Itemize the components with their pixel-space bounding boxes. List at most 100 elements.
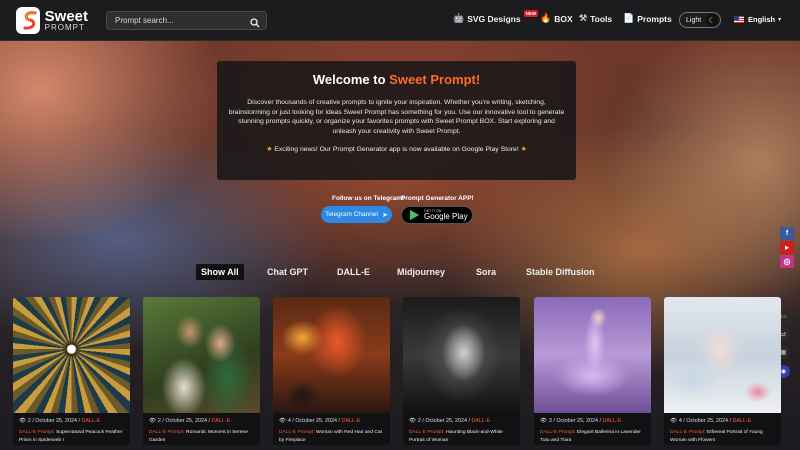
tab-dall-e[interactable]: DALL-E bbox=[337, 264, 370, 280]
language-selector[interactable]: English ▼ bbox=[734, 15, 782, 24]
view-count: 3 bbox=[548, 418, 552, 424]
card-title: DALL-E Prompt: Ethereal Portrait of Youn… bbox=[664, 424, 781, 444]
google-play-icon bbox=[410, 210, 419, 220]
welcome-title: Welcome to Sweet Prompt! bbox=[217, 72, 576, 87]
eye-icon: 👁 bbox=[540, 418, 547, 424]
search-input[interactable] bbox=[107, 16, 247, 25]
nav-tools[interactable]: ⚒ Tools bbox=[579, 13, 612, 24]
prompt-thumbnail[interactable] bbox=[403, 297, 520, 413]
card-model: DALL-E bbox=[471, 418, 491, 424]
fire-icon: 🔥 bbox=[540, 13, 552, 23]
card-tag: DALL-E Prompt: bbox=[149, 430, 185, 435]
nav-box-label: BOX bbox=[554, 13, 573, 24]
chevron-down-icon: ▼ bbox=[777, 16, 783, 23]
card-date: October 25, 2024 bbox=[35, 418, 78, 424]
card-title: DALL-E Prompt: Haunting Black-and-White … bbox=[403, 424, 520, 444]
moon-icon: ☾ bbox=[706, 14, 718, 26]
eye-icon: 👁 bbox=[279, 418, 286, 424]
logo-word-prompt: PROMPT bbox=[44, 23, 85, 32]
prompt-card[interactable]: 👁 2 / October 25, 2024 / DALL-E DALL-E Pr… bbox=[143, 297, 260, 445]
logo-icon bbox=[16, 7, 40, 34]
welcome-title-brand: Sweet Prompt! bbox=[389, 72, 481, 87]
card-date: October 25, 2024 bbox=[425, 418, 468, 424]
view-count: 2 bbox=[417, 418, 421, 424]
theme-toggle[interactable]: Light ☾ bbox=[679, 12, 721, 28]
site-header: Sweet PROMPT 🤖 SVG Designs NEW 🔥 BOX ⚒ T… bbox=[0, 0, 800, 41]
eye-icon: 👁 bbox=[670, 418, 677, 424]
nav-box[interactable]: 🔥 BOX bbox=[540, 13, 573, 24]
card-model: DALL-E bbox=[211, 418, 231, 424]
prompt-thumbnail[interactable] bbox=[143, 297, 260, 413]
welcome-news: ★ Exciting news! Our Prompt Generator ap… bbox=[217, 145, 576, 153]
card-tag: DALL-E Prompt: bbox=[670, 430, 706, 435]
card-tag: DALL-E Prompt: bbox=[19, 430, 55, 435]
card-tag: DALL-E Prompt: bbox=[409, 430, 445, 435]
card-date: October 25, 2024 bbox=[686, 418, 729, 424]
card-model: DALL-E bbox=[341, 418, 361, 424]
view-count: 4 bbox=[678, 418, 682, 424]
logo-word-sweet: Sweet bbox=[44, 8, 88, 25]
welcome-panel: Welcome to Sweet Prompt! Discover thousa… bbox=[217, 61, 576, 180]
telegram-label: Follow us on Telegram! bbox=[332, 195, 405, 202]
document-icon: 📄 bbox=[623, 13, 635, 23]
search-box bbox=[106, 11, 267, 30]
theme-toggle-label: Light bbox=[686, 16, 702, 24]
telegram-icon: ➤ bbox=[381, 211, 388, 219]
site-logo[interactable]: Sweet PROMPT bbox=[16, 7, 88, 34]
prompt-card[interactable]: 👁 4 / October 25, 2024 / DALL-E DALL-E Pr… bbox=[273, 297, 390, 445]
star-icon: ★ bbox=[266, 146, 273, 154]
google-play-big: Google Play bbox=[424, 212, 468, 221]
welcome-description: Discover thousands of creative prompts t… bbox=[228, 99, 565, 135]
prompt-card[interactable]: 👁 2 / October 25, 2024 / DALL-E DALL-E Pr… bbox=[403, 297, 520, 445]
star-icon: ★ bbox=[520, 146, 527, 154]
tab-midjourney[interactable]: Midjourney bbox=[397, 264, 445, 280]
card-meta: 👁 2 / October 25, 2024 / DALL-E bbox=[149, 418, 231, 424]
tab-show-all[interactable]: Show All bbox=[196, 264, 244, 280]
card-tag: DALL-E Prompt: bbox=[540, 430, 576, 435]
welcome-title-prefix: Welcome to bbox=[312, 72, 390, 87]
facebook-icon[interactable]: f bbox=[780, 227, 794, 240]
card-meta: 👁 3 / October 25, 2024 / DALL-E bbox=[540, 418, 622, 424]
prompt-thumbnail[interactable] bbox=[534, 297, 651, 413]
card-model: DALL-E bbox=[602, 418, 622, 424]
nav-svg-designs-label: SVG Designs bbox=[467, 13, 521, 24]
card-date: October 25, 2024 bbox=[295, 418, 338, 424]
google-play-button[interactable]: GET IT ON Google Play bbox=[401, 206, 473, 224]
nav-tools-label: Tools bbox=[590, 13, 613, 24]
card-title: DALL-E Prompt: Woman with Red Hair and C… bbox=[273, 424, 390, 444]
eye-icon: 👁 bbox=[409, 418, 416, 424]
eye-icon: 👁 bbox=[19, 418, 26, 424]
tab-stable-diffusion[interactable]: Stable Diffusion bbox=[526, 264, 595, 280]
view-count: 2 bbox=[157, 418, 161, 424]
view-count: 4 bbox=[287, 418, 291, 424]
prompt-card[interactable]: 👁 3 / October 25, 2024 / DALL-E DALL-E Pr… bbox=[534, 297, 651, 445]
telegram-button-label: Telegram Channel bbox=[325, 211, 378, 218]
tools-icon: ⚒ bbox=[579, 13, 588, 23]
card-meta: 👁 4 / October 25, 2024 / DALL-E bbox=[670, 418, 752, 424]
search-icon[interactable] bbox=[250, 15, 262, 28]
eye-icon: 👁 bbox=[149, 418, 156, 424]
nav-svg-designs[interactable]: 🤖 SVG Designs NEW bbox=[453, 10, 539, 24]
app-label: Prompt Generator APP! bbox=[401, 195, 474, 202]
card-date: October 25, 2024 bbox=[556, 418, 599, 424]
prompt-thumbnail[interactable] bbox=[13, 297, 130, 413]
prompt-thumbnail[interactable] bbox=[664, 297, 781, 413]
card-title: DALL-E Prompt: Elegant Ballerina in Lave… bbox=[534, 424, 651, 444]
robot-icon: 🤖 bbox=[453, 13, 465, 23]
youtube-icon[interactable]: ▶ bbox=[780, 241, 794, 254]
tab-sora[interactable]: Sora bbox=[476, 264, 496, 280]
card-model: DALL-E bbox=[81, 418, 101, 424]
card-meta: 👁 4 / October 25, 2024 / DALL-E bbox=[279, 418, 361, 424]
card-meta: 👁 2 / October 25, 2024 / DALL-E bbox=[19, 418, 101, 424]
card-meta: 👁 2 / October 25, 2024 / DALL-E bbox=[409, 418, 491, 424]
prompt-card[interactable]: 👁 4 / October 25, 2024 / DALL-E DALL-E Pr… bbox=[664, 297, 781, 445]
telegram-channel-button[interactable]: Telegram Channel ➤ bbox=[321, 206, 392, 223]
prompt-thumbnail[interactable] bbox=[273, 297, 390, 413]
prompt-card[interactable]: 👁 2 / October 25, 2024 / DALL-E DALL-E Pr… bbox=[13, 297, 130, 445]
tab-chat-gpt[interactable]: Chat GPT bbox=[267, 264, 308, 280]
nav-prompts[interactable]: 📄 Prompts bbox=[623, 13, 672, 24]
view-count: 2 bbox=[27, 418, 31, 424]
card-title: DALL-E Prompt: Romantic Moment in Serene… bbox=[143, 424, 260, 444]
category-tabs: Show All Chat GPT DALL-E Midjourney Sora… bbox=[0, 264, 800, 280]
nav-prompts-label: Prompts bbox=[637, 13, 672, 24]
